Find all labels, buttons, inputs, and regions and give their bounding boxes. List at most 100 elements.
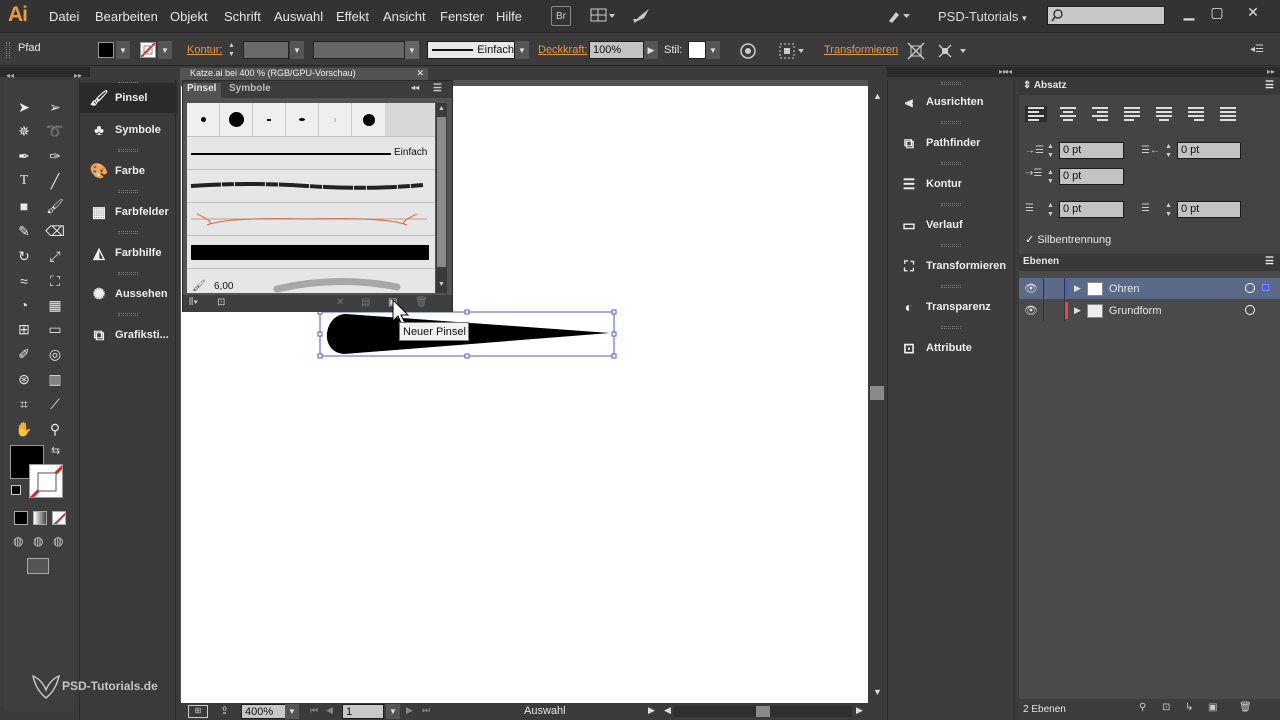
arrange-documents-button[interactable] xyxy=(590,6,616,26)
shape-builder-tool-icon[interactable]: ◔ xyxy=(11,294,37,316)
dock-item-farbfelder[interactable]: ▦ Farbfelder xyxy=(80,193,177,231)
help-search-input[interactable] xyxy=(1047,6,1165,25)
left-indent-input[interactable]: 0 pt xyxy=(1059,142,1124,159)
stroke-label[interactable]: Kontur: xyxy=(187,44,222,56)
recolor-artwork-button[interactable] xyxy=(738,41,758,61)
brush-thumb-dash[interactable] xyxy=(253,103,286,136)
chevron-down-icon[interactable]: ▼ xyxy=(386,704,400,719)
bridge-button[interactable]: Br xyxy=(551,6,571,26)
zoom-input[interactable]: 400% xyxy=(241,704,286,719)
delete-layer-icon[interactable]: 🗑 xyxy=(1239,702,1252,713)
dock-item-verlauf[interactable]: ▭ Verlauf xyxy=(888,206,1014,244)
variable-width-profile[interactable] xyxy=(313,41,405,59)
panel-menu-icon[interactable]: ◂☰ xyxy=(1250,44,1264,55)
swap-colors-icon[interactable]: ⇆ xyxy=(51,444,60,457)
dock-item-symbole[interactable]: ♣ Symbole xyxy=(80,111,177,149)
rectangle-tool-icon[interactable]: ■ xyxy=(11,195,37,217)
scroll-thumb[interactable] xyxy=(870,386,884,400)
minimize-button[interactable]: ▁ xyxy=(1178,4,1200,22)
align-right-button[interactable] xyxy=(1089,106,1111,122)
scroll-up-icon[interactable]: ▲ xyxy=(438,105,445,112)
panel-menu-icon[interactable]: ☰ xyxy=(1265,80,1274,91)
fill-color-control[interactable]: ▼ xyxy=(98,41,130,59)
menu-bearbeiten[interactable]: Bearbeiten xyxy=(95,9,158,24)
right-indent-input[interactable]: 0 pt xyxy=(1177,142,1241,159)
line-tool-icon[interactable]: ╱ xyxy=(42,170,68,192)
hyphenation-checkbox[interactable]: ✓ Silbentrennung xyxy=(1025,233,1111,247)
scroll-thumb[interactable] xyxy=(756,706,770,717)
double-chevron-right-icon[interactable]: ▸▸ xyxy=(1267,67,1275,76)
dock-item-pathfinder[interactable]: ⧉ Pathfinder xyxy=(888,124,1014,162)
blend-tool-icon[interactable]: ◎ xyxy=(42,343,68,365)
remove-brush-stroke-icon[interactable]: ✕ xyxy=(336,297,344,308)
lock-toggle[interactable] xyxy=(1043,278,1065,299)
double-chevron-left-icon[interactable]: ◂◂ xyxy=(411,83,419,92)
layer-name[interactable]: Ohren xyxy=(1109,283,1140,295)
first-line-indent-stepper[interactable]: ▲ ▼ xyxy=(1047,168,1054,186)
pen-tool-icon[interactable]: ✒ xyxy=(11,145,37,167)
menu-objekt[interactable]: Objekt xyxy=(170,9,208,24)
opacity-input[interactable]: 100% xyxy=(589,41,644,59)
menu-fenster[interactable]: Fenster xyxy=(440,9,484,24)
brush-thumb-faint[interactable] xyxy=(319,103,352,136)
locate-object-icon[interactable]: ⚲ xyxy=(1139,702,1146,713)
justify-left-button[interactable] xyxy=(1121,106,1143,122)
magic-wand-tool-icon[interactable]: ✵ xyxy=(11,120,37,142)
space-after-stepper[interactable]: ▲ ▼ xyxy=(1165,201,1172,219)
space-before-stepper[interactable]: ▲ ▼ xyxy=(1047,201,1054,219)
scroll-down-icon[interactable]: ▼ xyxy=(438,281,445,288)
panel-menu-icon[interactable]: ☰ xyxy=(1265,256,1274,267)
last-artboard-icon[interactable]: ⏭ xyxy=(422,705,430,716)
fill-swatch[interactable] xyxy=(98,42,114,58)
tools-collapse-strip[interactable]: ◂◂ ▸▸ xyxy=(0,67,90,80)
curvature-tool-icon[interactable]: ✑ xyxy=(42,145,68,167)
horizontal-scrollbar[interactable] xyxy=(674,706,852,717)
double-chevron-right-icon[interactable]: ▸▸ xyxy=(74,71,82,80)
menu-hilfe[interactable]: Hilfe xyxy=(496,9,522,24)
dock-item-transformieren[interactable]: ⛶ Transformieren xyxy=(888,247,1014,285)
gradient-mode-icon[interactable] xyxy=(33,511,47,525)
paintbrush-tool-icon[interactable]: 🖌 xyxy=(42,195,68,217)
stroke-color-box[interactable] xyxy=(29,464,63,498)
select-similar-button[interactable] xyxy=(936,41,970,61)
document-tab[interactable]: Katze.ai bei 400 % (RGB/GPU-Vorschau) ✕ xyxy=(180,68,428,80)
default-colors-icon[interactable] xyxy=(11,485,21,495)
close-icon[interactable]: ✕ xyxy=(416,68,424,79)
eyedropper-tool-icon[interactable]: ✐ xyxy=(11,343,37,365)
scroll-down-icon[interactable]: ▼ xyxy=(873,687,882,697)
dock-item-ausrichten[interactable]: ⫷ Ausrichten xyxy=(888,83,1014,121)
panel-menu-icon[interactable]: ☰ xyxy=(433,83,442,94)
place-brush-icon[interactable]: ⊡ xyxy=(217,297,225,308)
gpu-performance-button[interactable] xyxy=(630,5,652,27)
brush-thumb-oval[interactable] xyxy=(286,103,319,136)
chevron-right-icon[interactable]: ▶ xyxy=(644,41,658,59)
eye-icon[interactable]: 👁 xyxy=(1019,304,1043,317)
first-artboard-icon[interactable]: ⏮ xyxy=(310,705,318,716)
justify-right-button[interactable] xyxy=(1185,106,1207,122)
first-line-indent-input[interactable]: 0 pt xyxy=(1059,168,1124,185)
mesh-tool-icon[interactable]: ⊞ xyxy=(11,318,37,340)
close-window-button[interactable]: ✕ xyxy=(1242,4,1264,22)
align-to-button[interactable] xyxy=(778,41,806,61)
chevron-down-icon[interactable]: ▼ xyxy=(706,41,720,59)
tab-symbole[interactable]: Symbole xyxy=(229,83,271,94)
dock-item-grafikstile[interactable]: ⧉ Grafiksti... xyxy=(80,316,177,354)
free-transform-tool-icon[interactable]: ⛶ xyxy=(42,270,68,292)
brush-row-charcoal[interactable] xyxy=(187,169,435,202)
left-indent-stepper[interactable]: ▲ ▼ xyxy=(1047,142,1054,160)
expand-arrow-icon[interactable]: ▶ xyxy=(1074,283,1081,294)
artboard-number-input[interactable]: 1 xyxy=(342,704,384,719)
eye-icon[interactable]: 👁 xyxy=(1019,282,1043,295)
layer-row-ohren[interactable]: 👁 ▶ Ohren xyxy=(1019,278,1280,299)
stroke-weight-stepper[interactable]: ▲ ▼ xyxy=(228,41,240,59)
menu-datei[interactable]: Datei xyxy=(49,9,79,24)
brush-library-menu-icon[interactable]: ⫴▾ xyxy=(189,297,198,308)
share-icon[interactable]: ⇪ xyxy=(220,704,229,717)
target-icon[interactable] xyxy=(1245,305,1255,315)
stroke-color-control[interactable]: ▼ xyxy=(140,41,172,59)
stroke-swatch[interactable] xyxy=(140,42,156,58)
eraser-tool-icon[interactable]: ⌫ xyxy=(42,220,68,242)
dock-item-transparenz[interactable]: ◐ Transparenz xyxy=(888,288,1014,326)
brush-row-bristle[interactable]: 🖌 6,00 xyxy=(187,268,435,293)
expand-arrow-icon[interactable]: ▶ xyxy=(1074,305,1081,316)
